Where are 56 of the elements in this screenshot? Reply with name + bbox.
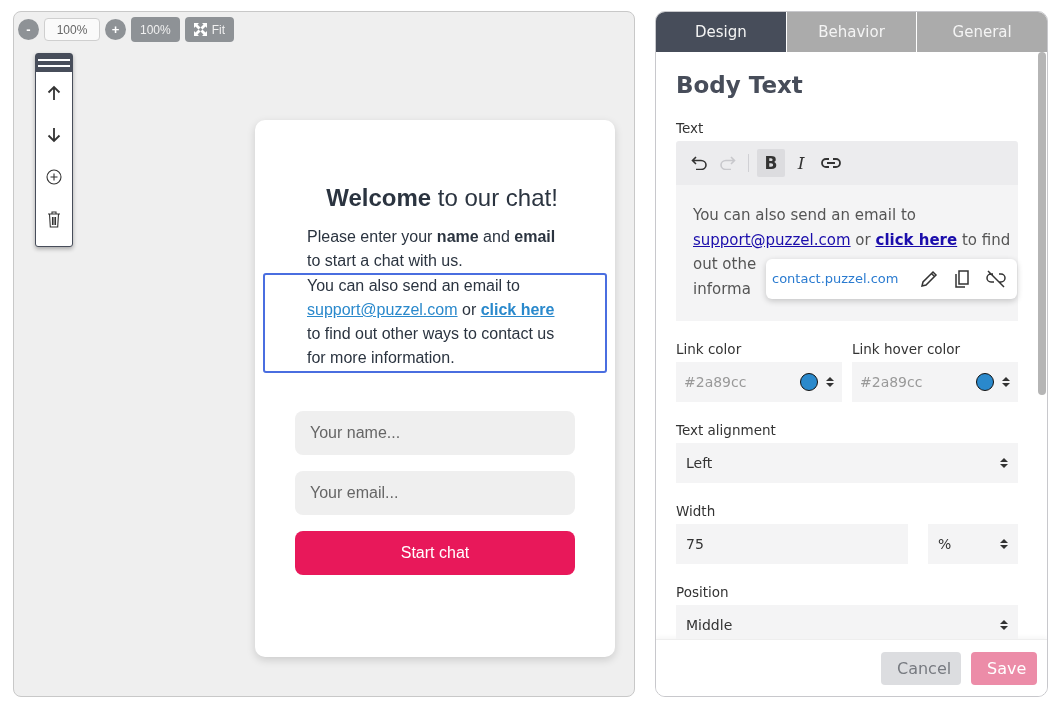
field-label: Text alignment: [676, 422, 777, 438]
zoom-field[interactable]: 100%: [44, 18, 100, 41]
zoom-out-button[interactable]: -: [18, 19, 39, 40]
expand-icon: [193, 23, 207, 36]
reset-zoom-button[interactable]: 100%: [131, 17, 180, 42]
email-link[interactable]: support@puzzel.com: [693, 230, 851, 249]
link-icon: [821, 157, 841, 169]
selected-text-block[interactable]: You can also send an email to support@puzzel.com or click here to find out other ways to contact us for more information.: [263, 273, 607, 373]
scrollbar-thumb[interactable]: [1038, 52, 1046, 395]
italic-button[interactable]: I: [787, 149, 815, 177]
editor-body[interactable]: You can also send an email to support@puzzel.com or click here to find out othe informa contact.puzzel.com: [676, 185, 1018, 321]
editor-text-line: out othe: [693, 254, 757, 275]
color-field[interactable]: #2a89cc: [676, 362, 842, 402]
undo-icon: [690, 156, 708, 170]
updown-icon: [1000, 457, 1008, 469]
tab[interactable]: Design: [656, 12, 786, 52]
click-here-link[interactable]: click here: [480, 301, 555, 318]
editor-text-line: You can also send an email to: [693, 205, 916, 226]
down-arrow-icon: [47, 127, 61, 143]
unlink-icon[interactable]: [985, 269, 1008, 289]
redo-icon: [718, 156, 736, 170]
field-label: Link hover color: [852, 341, 962, 357]
updown-icon: [1002, 376, 1010, 388]
pencil-icon[interactable]: [919, 269, 940, 289]
field-label: Position: [676, 584, 730, 600]
trash-icon: [47, 210, 61, 228]
section-heading: Body Text: [676, 72, 804, 98]
unit-select[interactable]: %: [928, 524, 1018, 564]
editor-text: to find: [961, 230, 1011, 249]
intro-text: Please enter your name and email to start a chat with us.: [307, 227, 557, 271]
up-arrow-icon: [47, 85, 61, 101]
position-select[interactable]: Middle: [676, 605, 1018, 639]
link-url[interactable]: contact.puzzel.com: [772, 266, 899, 292]
plus-circle-icon: [46, 169, 62, 185]
field-label: Link color: [676, 341, 743, 357]
bold-button[interactable]: B: [757, 149, 785, 177]
color-field[interactable]: #2a89cc: [852, 362, 1018, 402]
email-link[interactable]: support@puzzel.com: [307, 301, 458, 318]
email-field[interactable]: Your email...: [295, 471, 575, 515]
click-here-link[interactable]: click here: [875, 230, 958, 249]
updown-icon: [1000, 619, 1008, 631]
contact-text: You can also send an email to support@puzzel.com or click here to find out other ways to contact us for more information.: [307, 276, 556, 368]
updown-icon: [1000, 538, 1008, 550]
fit-button[interactable]: Fit: [184, 17, 235, 42]
zoom-in-button[interactable]: +: [105, 19, 126, 40]
drag-handle[interactable]: [36, 54, 72, 72]
editor-text: or: [855, 230, 871, 249]
welcome-title: Welcome to our chat!: [326, 183, 558, 213]
editor-text-line: informa: [693, 278, 751, 300]
name-field[interactable]: Your name...: [295, 411, 575, 455]
alignment-select[interactable]: Left: [676, 443, 1018, 483]
start-chat-button[interactable]: Start chat: [295, 531, 575, 575]
width-field[interactable]: 75: [676, 524, 908, 564]
updown-icon: [826, 376, 834, 388]
field-label: Text: [676, 120, 705, 136]
field-label: Width: [676, 503, 717, 519]
